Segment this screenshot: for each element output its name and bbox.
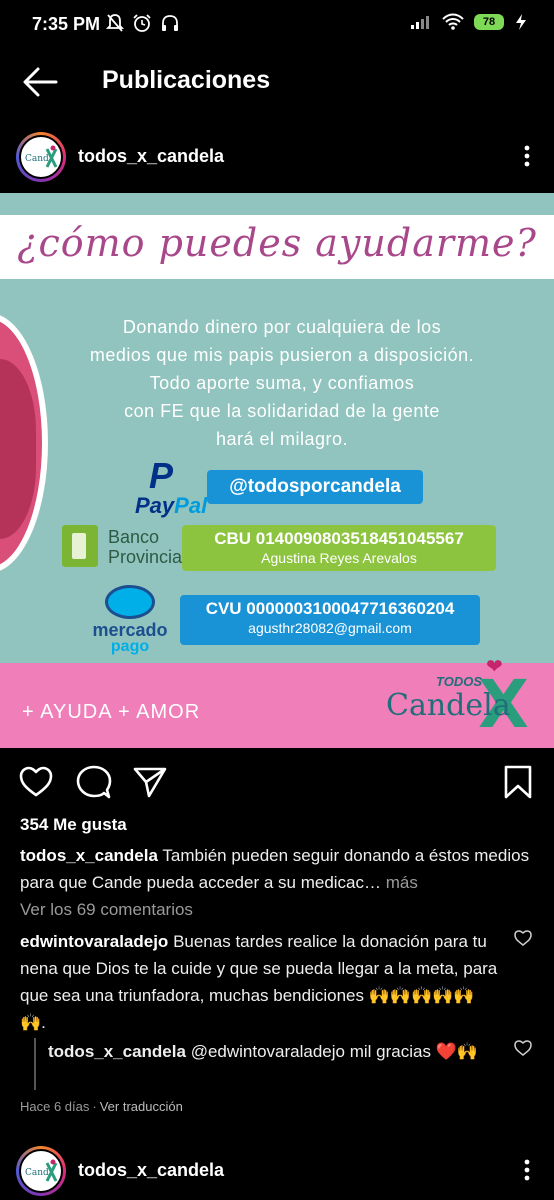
caption-username[interactable]: todos_x_candela — [20, 846, 158, 865]
signal-icon — [411, 16, 429, 29]
svg-text:Cand: Cand — [25, 1168, 49, 1178]
mercado-pago-line-2: pago — [110, 638, 150, 655]
back-arrow-icon[interactable] — [20, 64, 60, 100]
account-name[interactable]: todos_x_candela — [78, 1160, 224, 1181]
battery-indicator: 78 — [474, 14, 504, 30]
status-left-icons — [106, 13, 180, 33]
paypal-mark: P — [149, 455, 174, 496]
reply-thread-line — [34, 1038, 36, 1090]
next-post-header: Cand todos_x_candela — [0, 1140, 554, 1200]
post-meta: Hace 6 días · Ver traducción — [20, 1099, 183, 1114]
avatar-image: Cand — [19, 135, 63, 179]
paypal-wordmark: PayPal — [135, 493, 208, 518]
banco-provincia-logo: Banco Provincia — [62, 523, 182, 573]
meta-separator: · — [92, 1099, 97, 1114]
image-body-text: Donando dinero por cualquiera de los med… — [60, 313, 504, 453]
logo-todos: TODOS — [436, 674, 482, 689]
more-options-icon[interactable] — [522, 1158, 532, 1182]
banco-line-2: Provincia — [108, 547, 183, 567]
comment-reply: todos_x_candela @edwintovaraladejo mil g… — [48, 1038, 498, 1065]
wifi-icon — [442, 13, 464, 30]
post-image[interactable]: ¿cómo puedes ayudarme? Donando dinero po… — [0, 193, 554, 748]
top-app-bar: Publicaciones — [0, 50, 554, 114]
tagline: + AYUDA + AMOR — [22, 701, 201, 723]
comment-username[interactable]: edwintovaraladejo — [20, 932, 168, 951]
post-timestamp: Hace 6 días — [20, 1099, 90, 1114]
status-bar: 7:35 PM 78 — [0, 0, 554, 50]
decorative-photo — [0, 313, 48, 573]
notifications-off-icon — [106, 14, 124, 32]
share-send-icon[interactable] — [132, 764, 168, 800]
body-line: Donando dinero por cualquiera de los — [122, 317, 442, 337]
comment: edwintovaraladejo Buenas tardes realice … — [20, 928, 500, 1036]
avatar-image: Cand — [19, 1149, 63, 1193]
logo-candela: Candela — [386, 688, 511, 723]
mercado-pago-line-1: mercado — [92, 620, 168, 640]
caption-more-link[interactable]: más — [386, 873, 418, 892]
body-line: con FE que la solidaridad de la gente — [124, 401, 440, 421]
see-translation-link[interactable]: Ver traducción — [100, 1099, 183, 1114]
banco-provincia-mark — [62, 525, 98, 567]
charging-icon — [516, 14, 526, 30]
comment-like-icon[interactable] — [514, 930, 532, 946]
comment-icon[interactable] — [76, 764, 112, 800]
cbu-holder: Agustina Reyes Arevalos — [261, 550, 417, 566]
post-header: Cand todos_x_candela — [0, 126, 554, 186]
headphones-icon — [162, 15, 178, 31]
page-title: Publicaciones — [102, 66, 271, 94]
reply-like-icon[interactable] — [514, 1040, 532, 1056]
paypal-logo: P PayPal — [135, 455, 207, 518]
post-caption: todos_x_candela También pueden seguir do… — [20, 842, 535, 896]
cbu-number: CBU 0140090803518451045567 — [214, 529, 464, 548]
status-right-icons: 78 — [410, 13, 528, 31]
svg-text:Cand: Cand — [25, 154, 49, 164]
view-comments-link[interactable]: Ver los 69 comentarios — [20, 900, 193, 920]
cvu-email: agusthr28082@gmail.com — [248, 620, 412, 636]
cbu-pill: CBU 0140090803518451045567 Agustina Reye… — [182, 525, 496, 571]
handshake-icon — [105, 585, 155, 619]
candela-logo-icon: Cand — [25, 145, 58, 168]
banco-line-1: Banco — [108, 527, 160, 547]
mercado-pago-logo: mercado pago — [80, 585, 180, 655]
cvu-pill: CVU 0000003100047716360204 agusthr28082@… — [180, 595, 480, 645]
cvu-number: CVU 0000003100047716360204 — [205, 599, 455, 618]
like-heart-icon[interactable] — [18, 764, 54, 800]
more-options-icon[interactable] — [522, 144, 532, 168]
body-line: medios que mis papis pusieron a disposic… — [89, 345, 475, 365]
status-time: 7:35 PM — [32, 14, 101, 34]
avatar[interactable]: Cand — [16, 1146, 66, 1196]
account-name[interactable]: todos_x_candela — [78, 146, 224, 167]
post-actions — [0, 760, 554, 802]
save-bookmark-icon[interactable] — [500, 764, 536, 800]
reply-text: @edwintovaraladejo mil gracias ❤️🙌 — [190, 1042, 479, 1061]
reply-username[interactable]: todos_x_candela — [48, 1042, 186, 1061]
likes-count[interactable]: 354 Me gusta — [20, 815, 127, 835]
avatar[interactable]: Cand — [16, 132, 66, 182]
image-heading: ¿cómo puedes ayudarme? — [17, 221, 537, 265]
todos-candela-logo: ❤ X TODOS Candela — [386, 654, 536, 743]
body-line: hará el milagro. — [215, 429, 349, 449]
candela-logo-icon: Cand — [25, 1159, 58, 1182]
body-line: Todo aporte suma, y confiamos — [149, 373, 415, 393]
paypal-handle-pill: @todosporcandela — [207, 470, 423, 504]
alarm-icon — [133, 14, 151, 32]
